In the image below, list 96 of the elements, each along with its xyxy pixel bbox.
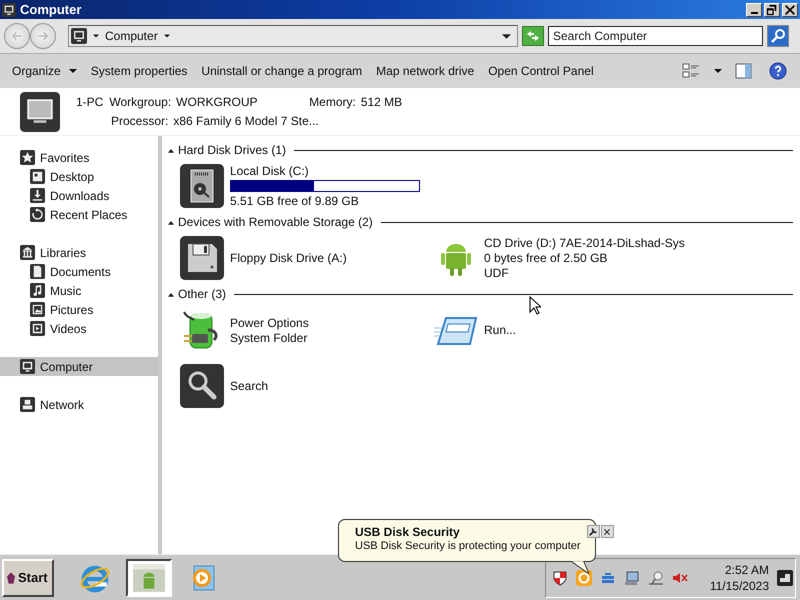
refresh-button[interactable] (522, 26, 544, 46)
view-options-icon[interactable] (682, 62, 702, 80)
preview-pane-icon[interactable] (734, 62, 754, 80)
toolbar-button[interactable]: Map network drive (370, 60, 480, 82)
window-title: Computer (20, 2, 82, 17)
detail-label: Memory: (309, 95, 356, 109)
show-desktop-icon[interactable] (777, 570, 793, 586)
restore-icon (766, 4, 778, 16)
clock-time: 2:52 AM (724, 562, 769, 578)
collapse-toggle-icon[interactable] (168, 220, 174, 224)
taskbar-button[interactable] (126, 558, 172, 596)
item-name[interactable]: Run... (484, 323, 516, 337)
detail-value: WORKGROUP (176, 95, 258, 109)
sidebar-item[interactable]: Desktop (0, 167, 158, 186)
caret-icon (164, 34, 170, 38)
sidebar-item[interactable]: Computer (0, 357, 158, 376)
minimize-button[interactable] (746, 2, 762, 16)
toolbar-button[interactable]: Uninstall or change a program (195, 60, 368, 82)
monitor-icon[interactable] (624, 570, 640, 586)
detail-label: Processor: (111, 114, 168, 128)
caret-icon (93, 34, 99, 38)
group-header[interactable]: Hard Disk Drives (1) (178, 143, 286, 157)
collapse-toggle-icon[interactable] (168, 148, 174, 152)
item-detail: System Folder (230, 330, 308, 344)
mouse-pointer-icon (529, 296, 541, 316)
search-button[interactable] (767, 25, 789, 47)
group-header[interactable]: Devices with Removable Storage (2) (178, 215, 373, 229)
close-button[interactable] (600, 525, 614, 538)
item-name[interactable]: CD Drive (D:) 7AE-2014-DiLshad-Sys (484, 236, 685, 250)
network-icon (20, 397, 35, 412)
detail-value: 512 MB (360, 95, 402, 109)
clock-date: 11/15/2023 (710, 578, 769, 594)
sidebar-item[interactable]: Favorites (0, 148, 158, 167)
music-icon (30, 283, 45, 298)
dropdown-caret-icon[interactable] (502, 34, 511, 38)
computer-name: 1-PC (76, 95, 104, 109)
computer-icon (20, 359, 35, 374)
address-bar[interactable]: Computer (68, 25, 518, 47)
options-button[interactable] (586, 525, 600, 538)
detail-value: x86 Family 6 Model 7 Ste... (173, 114, 319, 128)
breadcrumb-item[interactable]: Computer (105, 29, 158, 43)
caret-icon[interactable] (714, 69, 722, 73)
detail-label: Workgroup: (109, 95, 172, 109)
refresh-arrows-icon (525, 28, 541, 44)
forward-arrow-icon (36, 29, 50, 43)
item-name[interactable]: Local Disk (C:) (230, 164, 420, 178)
collapse-toggle-icon[interactable] (168, 292, 174, 296)
caret-icon (68, 69, 77, 73)
sidebar-item[interactable]: Recent Places (0, 205, 158, 224)
item-detail: UDF (484, 266, 510, 280)
minimize-icon (750, 12, 758, 14)
search-icon (180, 364, 224, 408)
start-button[interactable]: Start (2, 558, 54, 596)
item-name[interactable]: Power Options (230, 316, 309, 330)
sidebar-item[interactable]: Network (0, 395, 158, 414)
toolbar-button[interactable]: Open Control Panel (482, 60, 600, 82)
start-logo-icon (7, 572, 15, 584)
ring-icon[interactable] (576, 570, 592, 586)
sidebar-item[interactable]: Videos (0, 319, 158, 338)
clock[interactable]: 2:52 AM 11/15/2023 (696, 562, 769, 594)
toolbar-button[interactable]: Organize (6, 60, 83, 82)
close-icon (784, 4, 796, 16)
search-field[interactable]: Search Computer (548, 26, 763, 46)
toolbar-button[interactable]: System properties (84, 60, 194, 82)
picture-icon (30, 302, 45, 317)
item-detail: 5.51 GB free of 9.89 GB (230, 194, 360, 208)
back-arrow-icon (10, 29, 24, 43)
computer-icon (20, 92, 60, 132)
restore-button[interactable] (764, 2, 780, 16)
close-icon (603, 528, 612, 536)
star-icon (20, 150, 35, 165)
balloon-title: USB Disk Security (355, 525, 461, 539)
balloon-message: USB Disk Security is protecting your computer (355, 539, 581, 553)
history-icon (30, 207, 45, 222)
dish-icon[interactable] (648, 570, 664, 586)
item-detail: 0 bytes free of 2.50 GB (484, 251, 608, 265)
group-header[interactable]: Other (3) (178, 287, 226, 301)
desktop-icon (30, 169, 45, 184)
android-window-icon (133, 564, 165, 592)
document-icon (30, 264, 45, 279)
shield-icon[interactable] (552, 570, 568, 586)
sidebar-item[interactable]: Pictures (0, 300, 158, 319)
sidebar-item[interactable]: Libraries (0, 243, 158, 262)
search-icon (770, 28, 786, 44)
sidebar-item[interactable]: Downloads (0, 186, 158, 205)
sidebar-item[interactable]: Music (0, 281, 158, 300)
download-icon (30, 188, 45, 203)
sidebar-item[interactable]: Documents (0, 262, 158, 281)
wrench-icon (588, 526, 598, 536)
help-icon[interactable] (768, 62, 788, 80)
item-name[interactable]: Floppy Disk Drive (A:) (230, 251, 347, 265)
video-icon (30, 321, 45, 336)
computer-icon (71, 28, 87, 44)
computer-icon (2, 2, 16, 16)
item-name[interactable]: Search (230, 379, 268, 393)
library-icon (20, 245, 35, 260)
